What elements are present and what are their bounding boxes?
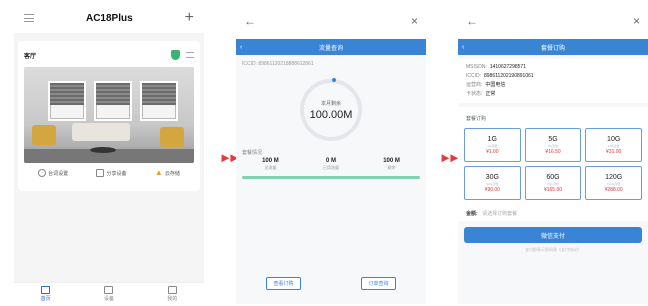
info-msisdn: MSISDN: 1410627298571 [466, 64, 526, 70]
package-grid: 1G 1G流量 ¥1.00 5G 5G流量 ¥16.50 10G 10G流量 ¥… [458, 126, 648, 206]
action-settings[interactable]: · 台词设置 [38, 169, 68, 177]
flow-title: 流量查询 [318, 45, 343, 52]
shield-icon [171, 50, 180, 60]
amount-row: 金额: 请选择订购套餐 [458, 206, 648, 221]
share-icon [96, 169, 105, 177]
wechat-pay-label: 微信支付 [540, 233, 565, 240]
order-query-button[interactable]: 订单查询 [361, 277, 396, 290]
info-iccid: ICCID: 898611202190891061 [466, 73, 534, 79]
menu-icon[interactable] [24, 14, 34, 22]
sim-info: MSISDN: 1410627298571 ICCID: 8986112021908… [458, 59, 648, 103]
package-option[interactable]: 10G 10G流量 ¥31.00 [585, 128, 642, 162]
amount-placeholder: 请选择订购套餐 [482, 211, 518, 217]
tab-me[interactable]: 我的 [167, 283, 177, 304]
action-cloud[interactable]: ▲ 云存储 [155, 169, 180, 177]
tab-home[interactable]: 首页 [41, 283, 51, 304]
iccid-text: ICCID: 89861120218888612861 [242, 61, 314, 67]
package-section-label: 套餐订购 [458, 107, 648, 126]
usage-progress-fill [242, 176, 420, 179]
package-option[interactable]: 120G 120G流量 ¥288.00 [585, 166, 642, 200]
device-icon [104, 285, 114, 294]
room-window-middle [94, 81, 132, 121]
order-title-bar: ‹ 套餐订购 [458, 39, 648, 55]
usage-stats: 100 M 总流量 0 M 已用流量 100 M 剩余 [236, 158, 426, 171]
chevron-left-icon[interactable]: ‹ [240, 44, 242, 51]
ring-label: 本月剩余 [320, 100, 341, 107]
home-header: AC18Plus + [14, 3, 204, 33]
settings-icon: · [38, 169, 47, 177]
user-icon [167, 285, 177, 294]
ring-value: 100.00M [309, 108, 353, 121]
home-screen: AC18Plus + 客厅 · 台词设置 分享设备 ▲ 云存储 首页 设备 我的 [14, 3, 204, 304]
tab-bar: 首页 设备 我的 [14, 282, 204, 304]
amount-label: 金额: [466, 211, 478, 217]
package-option[interactable]: 5G 5G流量 ¥16.50 [524, 128, 582, 162]
close-icon[interactable]: × [411, 14, 418, 28]
stat-remaining: 100 M 剩余 [383, 158, 400, 170]
warning-icon: ▲ [154, 168, 163, 177]
info-carrier: 运营商: 中国电信 [466, 82, 506, 88]
package-option[interactable]: 1G 1G流量 ¥1.00 [464, 128, 521, 162]
info-status: 卡状态: 正常 [466, 91, 496, 97]
stat-used: 0 M 已用流量 [322, 158, 339, 170]
package-option[interactable]: 60G 60G流量 ¥165.00 [524, 166, 582, 200]
home-icon [41, 285, 51, 294]
tab-device[interactable]: 设备 [104, 283, 114, 304]
payment-note: 支付即表示您同意《支付协议》 [525, 247, 581, 252]
usage-title: 套餐情况 [242, 150, 263, 156]
action-share[interactable]: 分享设备 [96, 169, 127, 177]
view-order-button[interactable]: 查看订购 [266, 277, 301, 290]
flow-screen: ← × ‹ 流量查询 ICCID: 89861120218888612861 本… [236, 3, 426, 304]
room-window-left [48, 81, 86, 121]
chevron-left-icon[interactable]: ‹ [462, 44, 464, 51]
back-arrow-icon[interactable]: ← [244, 14, 256, 28]
device-card-title: 客厅 [24, 53, 37, 60]
room-window-right [140, 81, 178, 121]
order-screen: ← × ‹ 套餐订购 MSISDN: 1410627298571 ICCID: 89… [458, 3, 648, 304]
close-icon[interactable]: × [633, 14, 640, 28]
stat-total: 100 M 总流量 [262, 158, 279, 170]
remaining-ring: 本月剩余 100.00M [300, 78, 362, 141]
flow-title-bar: ‹ 流量查询 [236, 39, 426, 55]
device-card[interactable]: 客厅 · 台词设置 分享设备 ▲ 云存储 [18, 41, 200, 191]
wechat-pay-button[interactable]: 微信支付 [464, 227, 642, 243]
list-icon[interactable] [186, 52, 194, 58]
camera-preview-image[interactable] [24, 67, 194, 163]
usage-progress-bar [242, 176, 420, 179]
order-title: 套餐订购 [540, 45, 565, 52]
app-title: AC18Plus [85, 12, 133, 24]
add-device-icon[interactable]: + [185, 10, 194, 26]
package-option[interactable]: 30G 30G流量 ¥90.00 [464, 166, 521, 200]
back-arrow-icon[interactable]: ← [466, 14, 478, 28]
